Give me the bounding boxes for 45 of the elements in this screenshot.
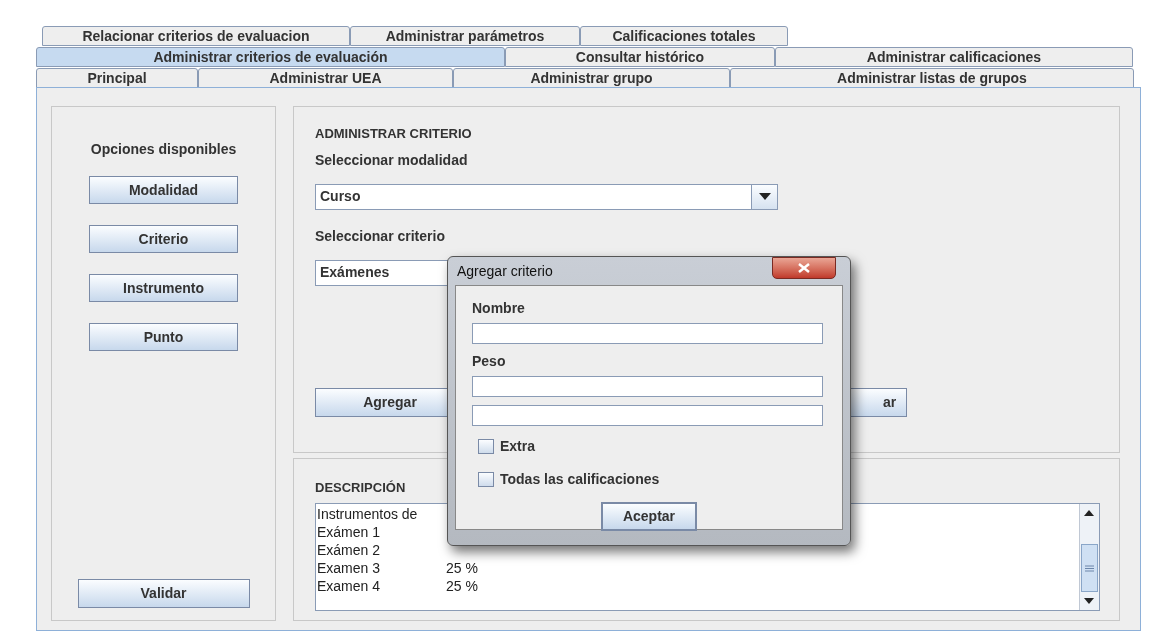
input-field[interactable]: [472, 323, 823, 344]
tab[interactable]: Calificaciones totales: [580, 26, 788, 46]
modality-label: Seleccionar modalidad: [315, 150, 469, 170]
checkbox-label: Todas las calificaciones: [500, 470, 660, 489]
description-line: Instrumentos de: [317, 505, 419, 523]
accept-button[interactable]: Aceptar: [601, 502, 697, 531]
checkbox[interactable]: [478, 439, 494, 454]
description-line: Examen 3: [317, 559, 382, 577]
scrollbar[interactable]: [1079, 504, 1099, 610]
modality-dropdown[interactable]: Curso: [315, 183, 778, 210]
option-button[interactable]: Modalidad: [89, 176, 238, 204]
field-label: Peso: [472, 352, 507, 371]
scroll-thumb[interactable]: [1081, 544, 1098, 592]
tab[interactable]: Administrar parámetros: [350, 26, 580, 46]
panel-title: DESCRIPCIÓN: [315, 480, 406, 495]
tab[interactable]: Administrar grupo: [453, 68, 730, 88]
tab[interactable]: Administrar UEA: [198, 68, 453, 88]
field-label: Nombre: [472, 299, 526, 318]
description-line: Examen 4: [317, 577, 382, 595]
checkbox[interactable]: [478, 472, 494, 487]
option-button[interactable]: Instrumento: [89, 274, 238, 302]
close-button[interactable]: [772, 257, 836, 279]
weight-value: 25 %: [446, 559, 478, 577]
tab[interactable]: Administrar criterios de evaluación: [36, 47, 505, 67]
tab[interactable]: Principal: [36, 68, 198, 88]
tab[interactable]: Relacionar criterios de evaluacion: [42, 26, 350, 46]
weight-value: 25 %: [446, 577, 478, 595]
tab[interactable]: Administrar calificaciones: [775, 47, 1133, 67]
tab[interactable]: Consultar histórico: [505, 47, 775, 67]
grip-icon: [1085, 564, 1094, 572]
validate-button[interactable]: Validar: [77, 579, 250, 608]
close-icon: [798, 263, 810, 273]
input-field[interactable]: [472, 405, 823, 426]
sidebar-title: Opciones disponibles: [90, 140, 237, 159]
dialog-title: Agregar criterio: [457, 261, 553, 281]
tab[interactable]: Administrar listas de grupos: [730, 68, 1134, 88]
option-button[interactable]: Criterio: [89, 225, 238, 253]
panel-title: ADMINISTRAR CRITERIO: [315, 125, 473, 143]
criterion-label: Seleccionar criterio: [315, 226, 446, 246]
checkbox-label: Extra: [500, 437, 536, 456]
caret-icon: [758, 193, 771, 200]
description-line: Exámen 2: [317, 541, 382, 559]
option-button[interactable]: Punto: [89, 323, 238, 351]
description-line: Exámen 1: [317, 523, 382, 541]
input-field[interactable]: [472, 376, 823, 397]
